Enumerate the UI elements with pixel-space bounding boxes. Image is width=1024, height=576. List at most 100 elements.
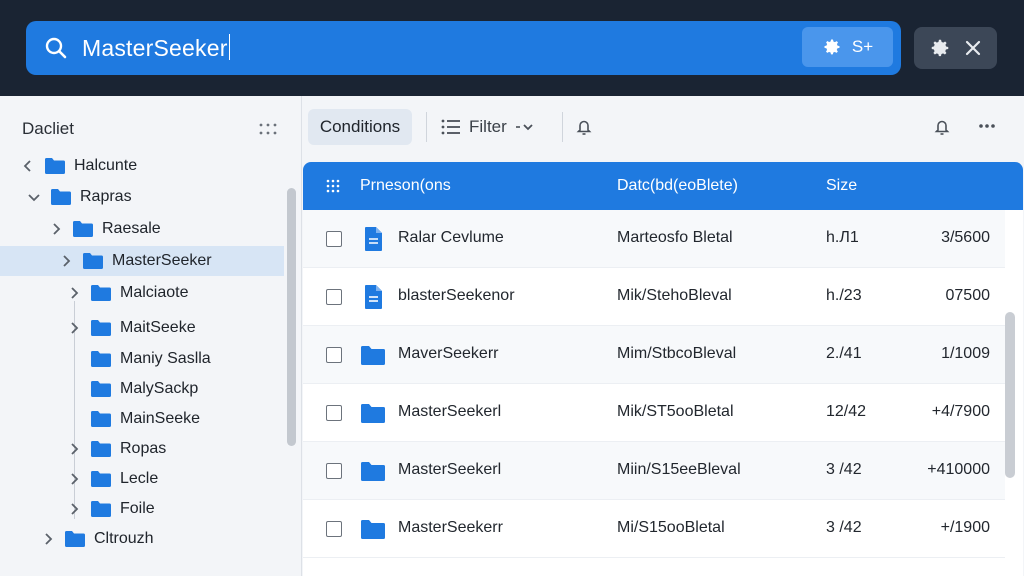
search-input[interactable]: MasterSeeker <box>82 34 231 62</box>
sidebar-item-label: MainSeeke <box>120 410 201 427</box>
row-name: Ralar Cevlume <box>398 229 504 246</box>
row-checkbox[interactable] <box>326 231 342 247</box>
row-date: Miin/S15eeBleval <box>617 461 741 478</box>
row-date: Mik/StehoBleval <box>617 287 732 304</box>
document-icon <box>365 285 382 309</box>
folder-icon <box>91 501 111 517</box>
chevron-down-icon[interactable] <box>28 191 40 203</box>
sidebar-item-label: Cltrouzh <box>94 530 154 547</box>
settings-gear-icon[interactable] <box>929 37 951 59</box>
search-options-button[interactable]: S+ <box>802 27 893 67</box>
chevron-right-icon[interactable] <box>50 223 62 235</box>
sidebar-item[interactable]: Cltrouzh <box>42 524 154 554</box>
row-size-short: 3 /42 <box>826 461 862 478</box>
table-row[interactable]: MasterSeekerl Miin/S15eeBleval 3 /42 +41000… <box>303 442 1005 500</box>
table-row[interactable]: Ralar Cevlume Marteosfo Bletal h.Л1 3/5600 <box>303 210 1005 268</box>
sidebar-item-label: Malciaote <box>120 284 189 301</box>
sidebar-item[interactable]: Foile <box>68 494 155 524</box>
row-checkbox[interactable] <box>326 463 342 479</box>
sidebar-item[interactable]: MainSeeke <box>68 404 200 434</box>
folder-icon <box>91 411 111 427</box>
table-row[interactable]: MasterSeekerr Mi/S15ooBletal 3 /42 +/1900 <box>303 500 1005 558</box>
results-table: Prneson(ons Datc(bd(eoBlete) Size Ralar … <box>303 162 1023 576</box>
filter-label: Filter <box>469 117 507 136</box>
chevron-down-icon <box>515 124 533 131</box>
column-header-size[interactable]: Size <box>826 177 857 195</box>
sidebar-item[interactable]: Raesale <box>50 214 161 244</box>
folder-icon <box>91 441 111 457</box>
row-size: 07500 <box>945 287 991 304</box>
bell-icon[interactable] <box>575 118 593 136</box>
chevron-left-icon[interactable] <box>22 160 34 172</box>
top-bar: MasterSeeker S+ <box>0 0 1024 96</box>
notification-icon[interactable] <box>933 118 951 136</box>
filter-button[interactable]: Filter <box>441 112 535 142</box>
folder-icon <box>361 404 385 423</box>
chevron-none-icon[interactable] <box>68 353 80 365</box>
column-chooser-icon[interactable] <box>326 179 340 193</box>
sidebar: Dacliet Halcunte Rapras Raesale MasterSeeke… <box>0 96 302 576</box>
row-date: Mim/StbcoBleval <box>617 345 737 362</box>
row-name: MasterSeekerl <box>398 403 502 420</box>
folder-icon <box>91 320 111 336</box>
folder-icon <box>91 285 111 301</box>
toolbar: Conditions Filter <box>303 96 1024 158</box>
chevron-right-icon[interactable] <box>68 443 80 455</box>
text-caret <box>228 34 231 60</box>
column-header-date[interactable]: Datc(bd(eoBlete) <box>617 177 738 195</box>
row-name: blasterSeekenor <box>398 287 515 304</box>
chevron-right-icon[interactable] <box>60 255 72 267</box>
table-row[interactable]: MaverSeekerr Mim/StbcoBleval 2./41 1/1009 <box>303 326 1005 384</box>
sidebar-item[interactable]: Rapras <box>28 182 132 212</box>
conditions-button[interactable]: Conditions <box>308 109 412 145</box>
sidebar-item-label: MasterSeeker <box>112 252 212 269</box>
chevron-none-icon[interactable] <box>68 413 80 425</box>
row-size-short: h./23 <box>826 287 862 304</box>
sidebar-item[interactable]: MalySackp <box>68 374 198 404</box>
table-row[interactable]: blasterSeekenor Mik/StehoBleval h./23 07500 <box>303 268 1005 326</box>
row-date: Marteosfo Bletal <box>617 229 733 246</box>
row-checkbox[interactable] <box>326 289 342 305</box>
row-checkbox[interactable] <box>326 405 342 421</box>
chevron-none-icon[interactable] <box>68 383 80 395</box>
chevron-right-icon[interactable] <box>42 533 54 545</box>
toolbar-divider <box>426 112 427 142</box>
main-window: Dacliet Halcunte Rapras Raesale MasterSeeke… <box>0 96 1024 576</box>
row-size: +410000 <box>927 461 990 478</box>
sidebar-item[interactable]: Halcunte <box>22 151 137 181</box>
search-options-label: S+ <box>851 37 874 56</box>
sidebar-scrollbar[interactable] <box>287 188 296 446</box>
table-scrollbar[interactable] <box>1005 312 1015 478</box>
sidebar-item[interactable]: Maniy Saslla <box>68 344 211 374</box>
toolbar-divider <box>562 112 563 142</box>
row-checkbox[interactable] <box>326 347 342 363</box>
row-size-short: 12/42 <box>826 403 867 420</box>
window-controls <box>914 27 997 69</box>
row-date: Mik/ST5ooBletal <box>617 403 734 420</box>
close-icon[interactable] <box>964 39 982 57</box>
grip-dots-icon[interactable] <box>258 121 278 137</box>
sidebar-item-label: Lecle <box>120 470 159 487</box>
table-row[interactable]: MasterSeekerl Mik/ST5ooBletal 12/42 +4/7900 <box>303 384 1005 442</box>
sidebar-item[interactable]: MasterSeeker <box>0 246 284 276</box>
table-header: Prneson(ons Datc(bd(eoBlete) Size <box>303 162 1023 210</box>
folder-icon <box>65 531 85 547</box>
row-checkbox[interactable] <box>326 521 342 537</box>
column-header-name[interactable]: Prneson(ons <box>360 177 451 195</box>
row-size: +/1900 <box>940 519 990 536</box>
sidebar-item[interactable]: Lecle <box>68 464 158 494</box>
sidebar-item[interactable]: MaitSeeke <box>68 313 196 343</box>
sidebar-item[interactable]: Malciaote <box>68 278 188 308</box>
folder-icon <box>361 462 385 481</box>
chevron-right-icon[interactable] <box>68 287 80 299</box>
row-date: Mi/S15ooBletal <box>617 519 725 536</box>
sidebar-item[interactable]: Ropas <box>68 434 166 464</box>
chevron-right-icon[interactable] <box>68 473 80 485</box>
search-box[interactable]: MasterSeeker S+ <box>26 21 901 75</box>
folder-icon <box>361 346 385 365</box>
folder-icon <box>45 158 65 174</box>
chevron-right-icon[interactable] <box>68 322 80 334</box>
chevron-right-icon[interactable] <box>68 503 80 515</box>
content-pane: Conditions Filter Prneson(ons Datc(bd(eo… <box>303 96 1024 576</box>
more-options-icon[interactable] <box>977 120 997 132</box>
